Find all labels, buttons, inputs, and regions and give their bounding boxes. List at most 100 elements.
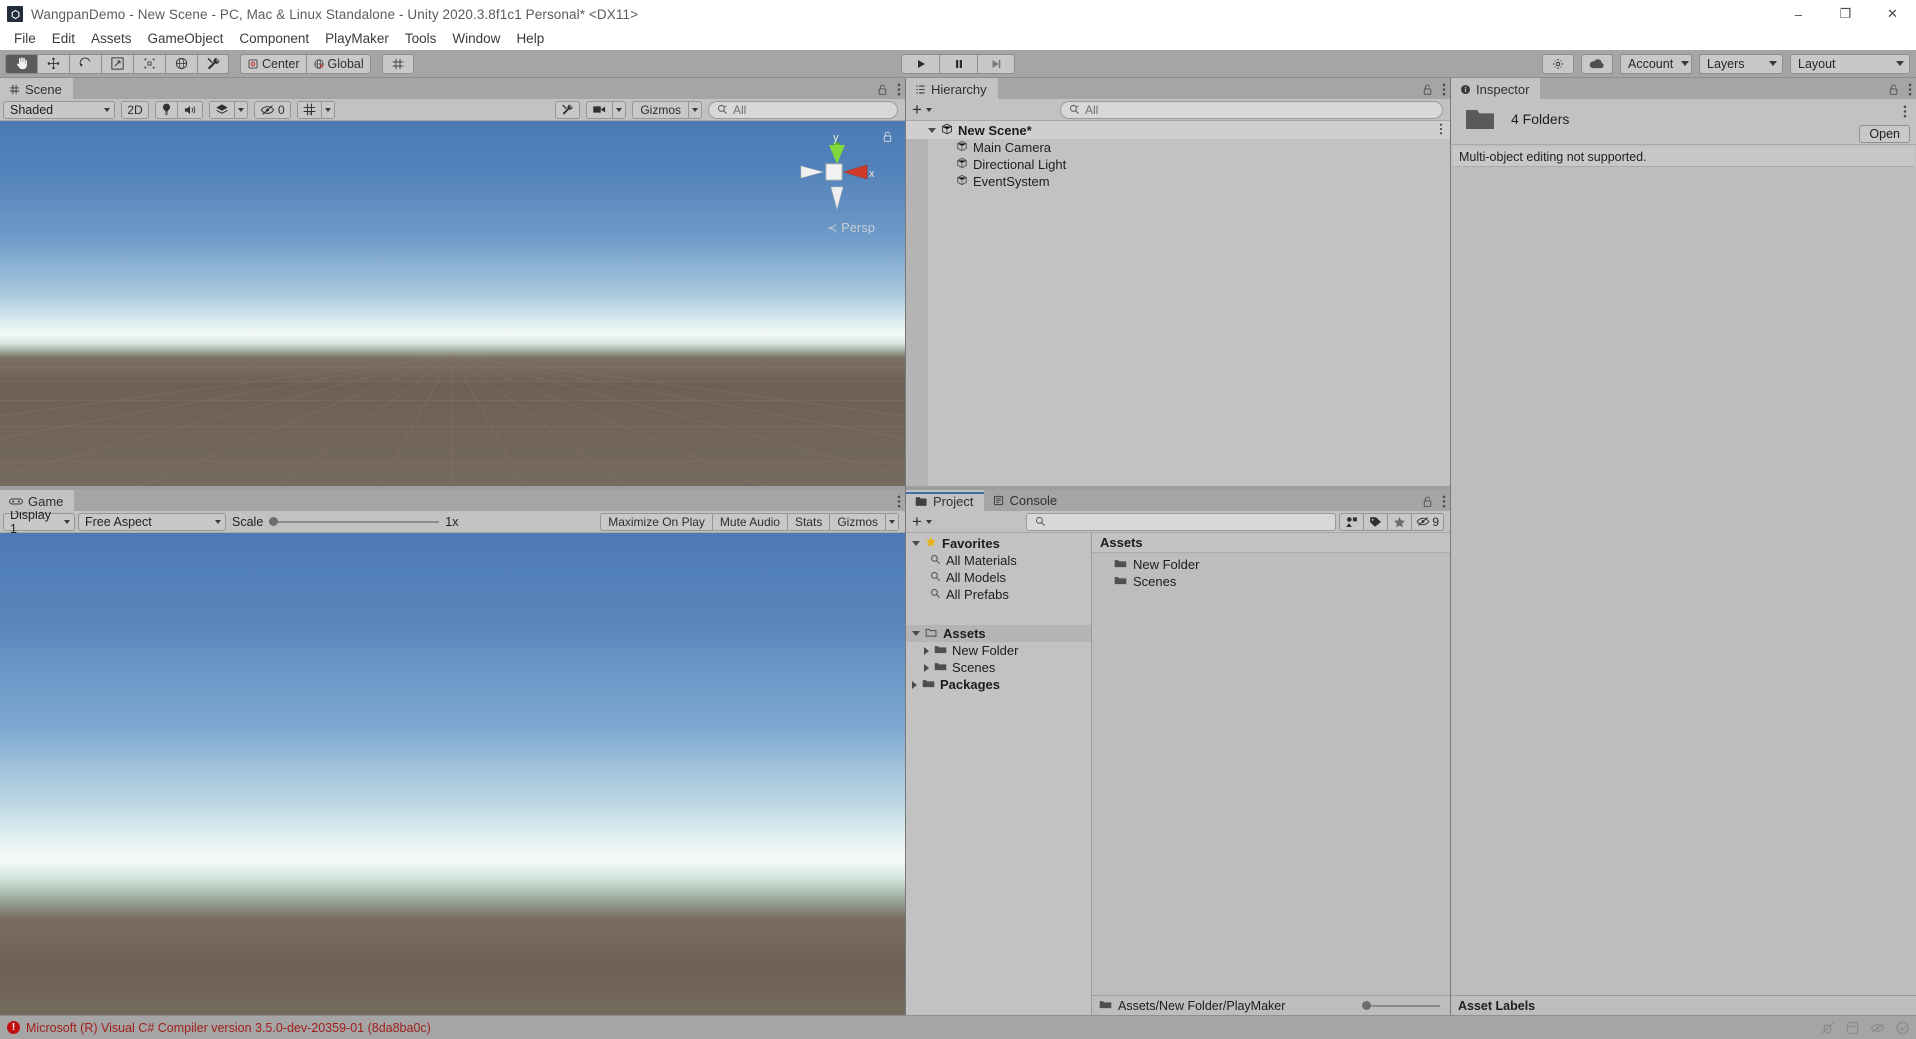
zoom-slider-track[interactable]	[1371, 1004, 1440, 1007]
scene-gizmos-dropdown[interactable]	[688, 100, 702, 119]
project-zoom-slider[interactable]	[1362, 1001, 1440, 1010]
scene-fx-toggle[interactable]	[209, 100, 234, 119]
scene-lighting-toggle[interactable]	[155, 100, 177, 119]
shading-mode-dropdown[interactable]: Shaded	[3, 100, 115, 119]
project-tree-new-folder[interactable]: New Folder	[906, 642, 1091, 659]
zoom-slider-knob[interactable]	[1362, 1001, 1371, 1010]
chevron-right-icon[interactable]	[924, 663, 929, 672]
scene-fx-dropdown[interactable]	[234, 100, 248, 119]
minimize-button[interactable]: –	[1775, 0, 1822, 28]
project-tree[interactable]: Favorites All Materials All Models All P…	[906, 533, 1092, 1015]
tab-console[interactable]: Console	[984, 490, 1069, 511]
hierarchy-item-eventsystem[interactable]: EventSystem	[906, 173, 1450, 190]
asset-item-new-folder[interactable]: New Folder	[1092, 556, 1450, 573]
chevron-down-icon[interactable]	[912, 631, 920, 636]
kebab-menu-icon[interactable]	[897, 495, 901, 508]
scene-camera-dropdown[interactable]	[612, 100, 627, 119]
hand-tool-button[interactable]	[5, 53, 37, 74]
kebab-menu-icon[interactable]	[897, 83, 901, 96]
project-favorite-all-models[interactable]: All Models	[906, 569, 1091, 586]
game-viewport[interactable]	[0, 533, 905, 1015]
hierarchy-item-main-camera[interactable]: Main Camera	[906, 139, 1450, 156]
grid-snapping-button[interactable]	[381, 53, 414, 74]
pause-button[interactable]	[939, 53, 977, 74]
game-scale-slider[interactable]	[269, 517, 440, 526]
kebab-menu-icon[interactable]	[1442, 495, 1446, 508]
maximize-on-play-button[interactable]: Maximize On Play	[600, 512, 712, 531]
custom-tool-button[interactable]	[197, 53, 229, 74]
scene-hidden-objects-button[interactable]: 0	[254, 100, 291, 119]
kebab-menu-icon[interactable]	[1903, 105, 1907, 121]
hierarchy-search-input[interactable]: All	[1059, 100, 1443, 119]
pivot-mode-button[interactable]: Center	[240, 53, 306, 74]
tab-inspector[interactable]: Inspector	[1451, 78, 1541, 99]
project-search-input[interactable]	[1025, 512, 1337, 531]
account-dropdown[interactable]: Account	[1620, 53, 1692, 74]
lock-icon[interactable]	[877, 84, 888, 96]
cloud-services-icon[interactable]	[1581, 53, 1613, 74]
database-icon[interactable]	[1845, 1021, 1860, 1035]
rect-tool-button[interactable]	[133, 53, 165, 74]
menu-assets[interactable]: Assets	[83, 28, 140, 50]
layout-dropdown[interactable]: Layout	[1790, 53, 1910, 74]
transform-tool-button[interactable]	[165, 53, 197, 74]
play-button[interactable]	[901, 53, 939, 74]
inspector-open-button[interactable]: Open	[1859, 125, 1910, 143]
tab-scene[interactable]: Scene	[0, 78, 73, 99]
project-add-button[interactable]: +	[909, 513, 938, 530]
project-hidden-packages-button[interactable]: 9	[1411, 512, 1444, 531]
project-tree-scenes[interactable]: Scenes	[906, 659, 1091, 676]
scene-grid-toggle[interactable]: y	[296, 100, 321, 119]
hierarchy-tree[interactable]: New Scene* Main Camera Directional Light…	[906, 121, 1450, 486]
eye-off-icon[interactable]	[1870, 1021, 1885, 1035]
tab-game[interactable]: Game	[0, 490, 75, 511]
menu-help[interactable]: Help	[508, 28, 552, 50]
menu-tools[interactable]: Tools	[397, 28, 445, 50]
scene-viewport[interactable]: y x ≺ Persp	[0, 121, 905, 486]
kebab-menu-icon[interactable]	[1439, 123, 1443, 138]
project-packages-root[interactable]: Packages	[906, 676, 1091, 693]
lock-icon[interactable]	[1888, 84, 1899, 96]
mute-audio-button[interactable]: Mute Audio	[711, 512, 787, 531]
rotate-tool-button[interactable]	[69, 53, 101, 74]
menu-edit[interactable]: Edit	[44, 28, 83, 50]
maximize-button[interactable]: ❐	[1822, 0, 1869, 28]
scale-tool-button[interactable]	[101, 53, 133, 74]
scene-orientation-gizmo[interactable]: y x ≺ Persp	[789, 131, 883, 235]
chevron-right-icon[interactable]	[912, 680, 917, 689]
lock-icon[interactable]	[1422, 496, 1433, 508]
project-asset-list[interactable]: New Folder Scenes	[1092, 553, 1450, 995]
handle-space-button[interactable]: Global	[305, 53, 371, 74]
scene-tools-button[interactable]	[555, 100, 581, 119]
tab-hierarchy[interactable]: Hierarchy	[906, 78, 998, 99]
layers-dropdown[interactable]: Layers	[1699, 53, 1783, 74]
scene-view-lock-icon[interactable]	[882, 130, 893, 146]
menu-file[interactable]: File	[6, 28, 44, 50]
chevron-down-icon[interactable]	[912, 541, 920, 546]
step-button[interactable]	[977, 53, 1015, 74]
scene-gizmos-button[interactable]: Gizmos	[632, 100, 688, 119]
chevron-right-icon[interactable]	[924, 646, 929, 655]
game-aspect-dropdown[interactable]: Free Aspect	[78, 512, 226, 531]
menu-playmaker[interactable]: PlayMaker	[317, 28, 397, 50]
project-favorite-all-prefabs[interactable]: All Prefabs	[906, 586, 1091, 603]
project-favorites-root[interactable]: Favorites	[906, 535, 1091, 552]
menu-gameobject[interactable]: GameObject	[140, 28, 232, 50]
scene-grid-dropdown[interactable]	[320, 100, 335, 119]
move-tool-button[interactable]	[37, 53, 69, 74]
hierarchy-add-button[interactable]: +	[909, 101, 938, 118]
tab-project[interactable]: Project	[906, 490, 985, 511]
hierarchy-scene-row[interactable]: New Scene*	[906, 121, 1450, 139]
hierarchy-item-directional-light[interactable]: Directional Light	[906, 156, 1450, 173]
kebab-menu-icon[interactable]	[1908, 83, 1912, 96]
lock-icon[interactable]	[1422, 84, 1433, 96]
game-display-dropdown[interactable]: Display 1	[3, 508, 75, 536]
game-gizmos-dropdown[interactable]	[885, 512, 899, 531]
check-circle-icon[interactable]	[1895, 1021, 1910, 1035]
chevron-down-icon[interactable]	[928, 127, 936, 133]
scene-projection-label[interactable]: ≺ Persp	[827, 220, 875, 235]
project-assets-root[interactable]: Assets	[906, 625, 1091, 642]
project-favorite-button[interactable]	[1387, 512, 1412, 531]
menu-window[interactable]: Window	[444, 28, 508, 50]
menu-component[interactable]: Component	[231, 28, 317, 50]
